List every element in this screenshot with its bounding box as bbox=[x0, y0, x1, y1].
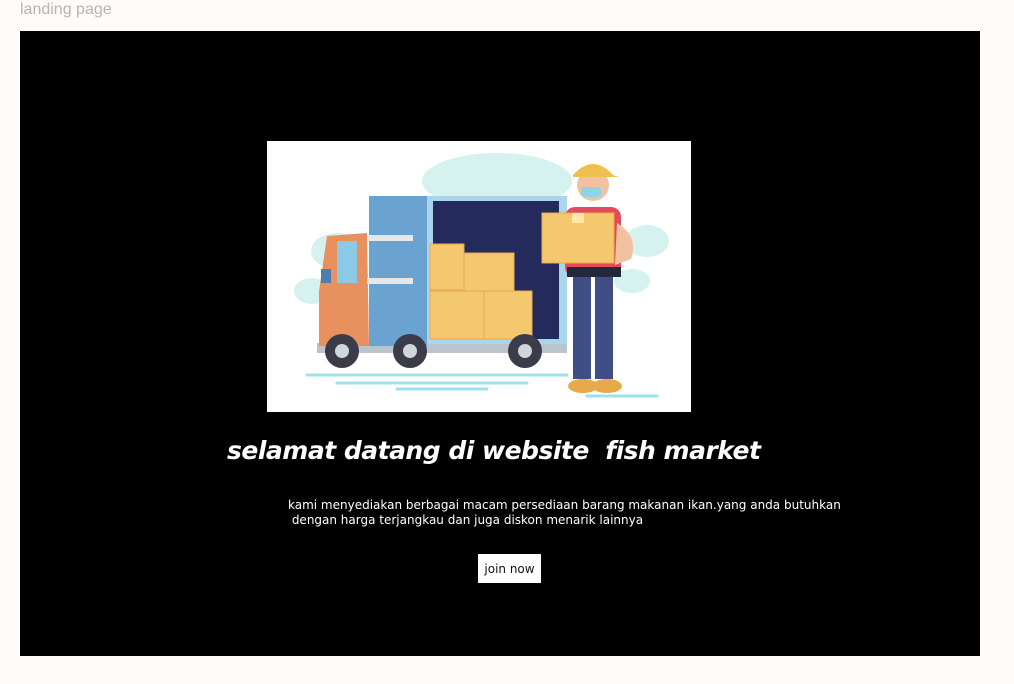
welcome-description: kami menyediakan berbagai macam persedia… bbox=[288, 498, 848, 528]
frame-bottom-tick bbox=[20, 655, 50, 656]
page-label: landing page bbox=[20, 1, 112, 18]
description-line-1: kami menyediakan berbagai macam persedia… bbox=[288, 498, 841, 512]
delivery-truck-illustration bbox=[267, 141, 691, 412]
welcome-headline: selamat datang di website fish market bbox=[227, 436, 761, 465]
description-line-2: dengan harga terjangkau dan juga diskon … bbox=[288, 513, 644, 527]
join-now-button[interactable]: join now bbox=[478, 554, 541, 583]
landing-frame: selamat datang di website fish market ka… bbox=[20, 31, 980, 656]
